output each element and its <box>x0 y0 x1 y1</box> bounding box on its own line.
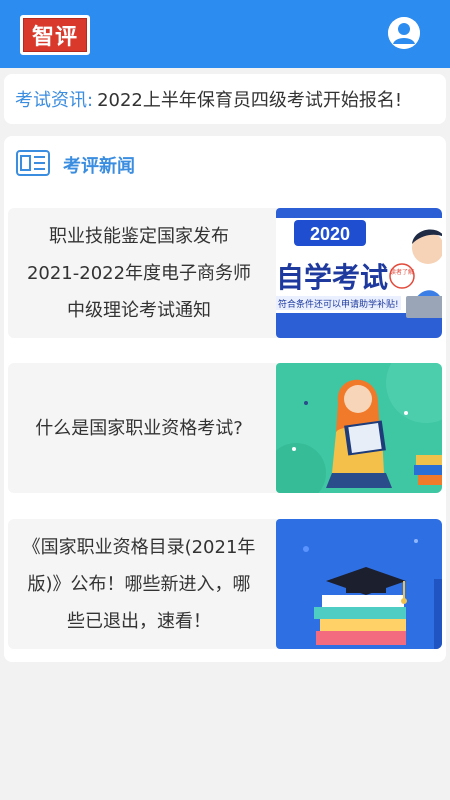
news-item-title[interactable]: 职业技能鉴定国家发布 2021-2022年度电子商务师中级理论考试通知 <box>8 208 270 338</box>
news-item[interactable]: 什么是国家职业资格考试? <box>8 363 442 493</box>
app-header: 智评 <box>0 0 450 68</box>
app-logo[interactable]: 智评 <box>20 15 90 55</box>
news-thumbnail[interactable]: 2020 自学考试 符合条件还可以申请助学补贴! 读者了解 <box>276 208 442 338</box>
news-panel: 考评新闻 职业技能鉴定国家发布 2021-2022年度电子商务师中级理论考试通知… <box>4 136 446 662</box>
thumb-headline: 自学考试 <box>276 261 388 294</box>
ticker-text[interactable]: 2022上半年保育员四级考试开始报名! <box>97 86 402 112</box>
news-item-title[interactable]: 什么是国家职业资格考试? <box>8 363 270 493</box>
news-item[interactable]: 职业技能鉴定国家发布 2021-2022年度电子商务师中级理论考试通知 2020… <box>8 208 442 338</box>
newspaper-icon <box>16 150 50 180</box>
news-section-title: 考评新闻 <box>63 156 135 177</box>
news-thumbnail[interactable] <box>276 363 442 493</box>
exam-news-ticker[interactable]: 考试资讯: 2022上半年保育员四级考试开始报名! <box>4 74 446 124</box>
news-item[interactable]: 《国家职业资格目录(2021年版)》公布！哪些新进入，哪些已退出，速看！ <box>8 519 442 649</box>
news-thumbnail[interactable] <box>276 519 442 649</box>
thumb-year: 2020 <box>310 224 350 244</box>
thumb-badge: 读者了解 <box>390 268 414 276</box>
user-profile-icon[interactable] <box>388 17 420 49</box>
ticker-label: 考试资讯: <box>15 90 94 111</box>
news-item-title[interactable]: 《国家职业资格目录(2021年版)》公布！哪些新进入，哪些已退出，速看！ <box>8 519 270 649</box>
news-section-header: 考评新闻 <box>4 136 446 192</box>
thumb-sub: 符合条件还可以申请助学补贴! <box>278 298 399 310</box>
